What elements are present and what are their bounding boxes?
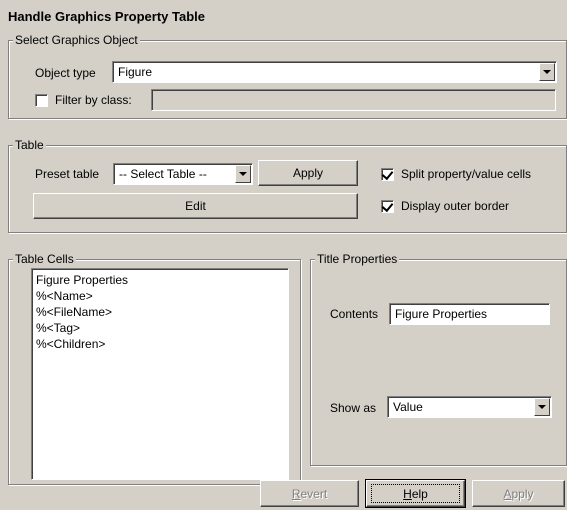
split-cells-label: Split property/value cells [401, 167, 532, 181]
apply-button[interactable]: Apply [472, 480, 565, 507]
list-item[interactable]: %<Tag> [36, 322, 80, 335]
focus-indicator [371, 484, 460, 503]
dialog-title: Handle Graphics Property Table [8, 9, 205, 24]
filter-by-class-checkbox[interactable] [35, 94, 48, 107]
list-item[interactable]: Figure Properties [36, 274, 128, 287]
table-group: Table [8, 138, 567, 233]
table-group-label: Table [13, 138, 46, 152]
show-as-dropdown[interactable]: Value [387, 396, 552, 418]
title-properties-group-label: Title Properties [315, 252, 400, 266]
table-cells-group-label: Table Cells [13, 252, 76, 266]
help-button[interactable]: Help [365, 479, 466, 508]
object-type-dropdown[interactable]: Figure [112, 61, 557, 83]
edit-button[interactable]: Edit [33, 193, 358, 219]
list-item[interactable]: %<Children> [36, 338, 105, 351]
outer-border-label: Display outer border [401, 199, 510, 213]
list-item[interactable]: %<Name> [36, 290, 93, 303]
chevron-down-icon[interactable] [235, 165, 251, 183]
show-as-value: Value [393, 400, 423, 414]
list-item[interactable]: %<FileName> [36, 306, 112, 319]
preset-table-label: Preset table [35, 167, 100, 181]
table-cells-list[interactable]: Figure Properties %<Name> %<FileName> %<… [31, 268, 289, 480]
check-icon [381, 199, 394, 213]
filter-by-class-label: Filter by class: [55, 93, 132, 107]
show-as-label: Show as [330, 401, 377, 415]
contents-label: Contents [330, 307, 379, 321]
object-type-value: Figure [118, 65, 153, 79]
preset-apply-button[interactable]: Apply [258, 160, 358, 186]
preset-table-dropdown[interactable]: -- Select Table -- [113, 163, 253, 185]
check-icon [381, 167, 394, 181]
filter-class-field [151, 89, 556, 111]
revert-button[interactable]: Revert [260, 480, 359, 507]
chevron-down-icon[interactable] [534, 398, 550, 416]
outer-border-checkbox[interactable] [381, 199, 394, 213]
contents-input[interactable]: Figure Properties [389, 303, 550, 325]
object-type-label: Object type [35, 66, 96, 80]
chevron-down-icon[interactable] [539, 63, 555, 81]
contents-value: Figure Properties [395, 307, 488, 321]
split-cells-checkbox[interactable] [381, 167, 394, 181]
preset-table-value: -- Select Table -- [119, 167, 207, 181]
select-object-group-label: Select Graphics Object [13, 33, 140, 47]
title-properties-group: Title Properties [310, 252, 567, 466]
